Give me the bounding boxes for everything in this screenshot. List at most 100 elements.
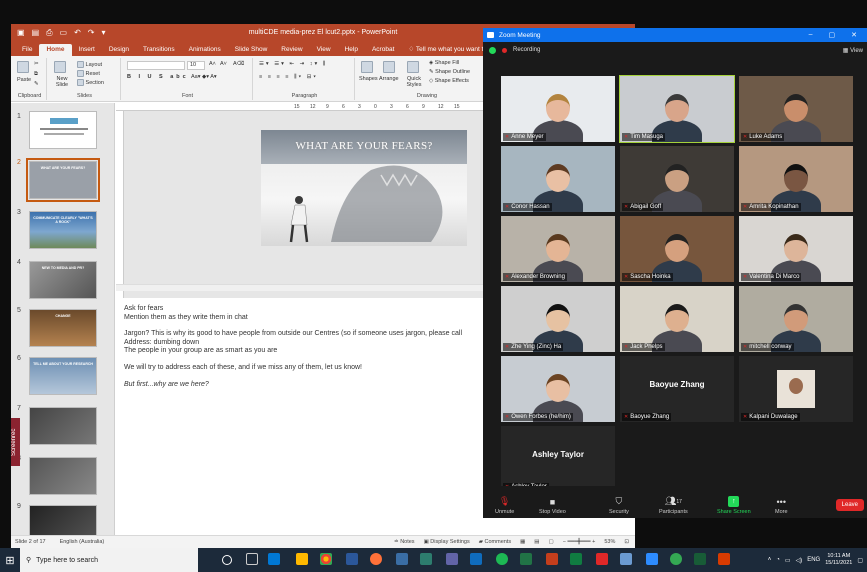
- chrome-icon[interactable]: [320, 553, 332, 565]
- layout-button[interactable]: Layout: [77, 61, 102, 68]
- participant-tile[interactable]: ✕ Conor Hassan: [501, 146, 615, 212]
- app-icon[interactable]: [570, 553, 582, 565]
- app-icon[interactable]: [718, 553, 730, 565]
- normal-view-icon[interactable]: ▦: [520, 539, 525, 545]
- slide-thumbnail-2[interactable]: WHAT ARE YOUR FEARS?: [26, 158, 100, 202]
- close-icon[interactable]: ✕: [851, 31, 857, 39]
- battery-icon[interactable]: ▭: [785, 557, 791, 564]
- participant-tile[interactable]: ✕ Anne Meyer: [501, 76, 615, 142]
- app-icon[interactable]: [620, 553, 632, 565]
- participant-tile[interactable]: ✕ Jack Phelps: [620, 286, 734, 352]
- shape-outline-button[interactable]: ✎ Shape Outline: [429, 69, 470, 75]
- app-icon[interactable]: [420, 553, 432, 565]
- presenter-icon[interactable]: ▭: [60, 28, 68, 38]
- undo-icon[interactable]: ↶: [74, 28, 81, 38]
- zoom-slider[interactable]: − ━━━╋━━━ +: [563, 539, 596, 545]
- reading-view-icon[interactable]: ▢: [549, 539, 554, 545]
- taskbar-search-box[interactable]: ⚲ Type here to search: [20, 548, 198, 572]
- zoom-taskbar-icon[interactable]: [646, 553, 658, 565]
- excel-icon[interactable]: [520, 553, 532, 565]
- notifications-icon[interactable]: ▢: [857, 557, 863, 564]
- tab-design[interactable]: Design: [102, 44, 136, 56]
- more-button[interactable]: ••• More: [775, 496, 788, 516]
- firefox-icon[interactable]: [370, 553, 382, 565]
- participant-tile[interactable]: ✕ Abigail Goff: [620, 146, 734, 212]
- format-bold-italic-underline-icons[interactable]: B I U S abc: [127, 74, 189, 80]
- alignment-icon[interactable]: ≡ ≡ ≡ ≡ ⫼▾ ⊟▾: [259, 74, 318, 81]
- participant-tile[interactable]: ✕ mitchell conway: [739, 286, 853, 352]
- task-view-icon[interactable]: [246, 553, 258, 565]
- leave-button[interactable]: Leave: [835, 499, 864, 511]
- participant-tile[interactable]: ✕ Tim Masuga: [619, 75, 735, 143]
- tab-view[interactable]: View: [310, 44, 338, 56]
- tab-transitions[interactable]: Transitions: [136, 44, 182, 56]
- language-indicator[interactable]: English (Australia): [60, 539, 105, 545]
- unmute-button[interactable]: 🎙︎ Unmute: [495, 496, 514, 515]
- screenrec-badge[interactable]: Screenrec: [11, 418, 20, 466]
- participant-tile[interactable]: ✕ Amrita Kopinathan: [739, 146, 853, 212]
- share-screen-button[interactable]: ↑ Share Screen: [717, 496, 751, 515]
- language-indicator-tray[interactable]: ENG: [807, 557, 820, 563]
- acrobat-icon[interactable]: [596, 553, 608, 565]
- save-icon[interactable]: ▣: [17, 28, 25, 38]
- new-slide-button[interactable]: [54, 61, 66, 73]
- section-button[interactable]: Section: [77, 79, 104, 86]
- print-preview-icon[interactable]: ⎙: [46, 28, 52, 38]
- recording-label[interactable]: Recording: [513, 47, 540, 53]
- slide-thumbnail-8[interactable]: [29, 457, 97, 495]
- slide-thumbnails-pane[interactable]: 1 2 WHAT ARE YOUR FEARS? 3 COMMUNICATE C…: [11, 103, 115, 535]
- tab-review[interactable]: Review: [274, 44, 309, 56]
- view-button[interactable]: ▦ View: [843, 47, 867, 54]
- quick-styles-button[interactable]: [407, 61, 419, 73]
- tab-slide-show[interactable]: Slide Show: [228, 44, 275, 56]
- paste-button[interactable]: [17, 61, 29, 73]
- comments-button[interactable]: ▰ Comments: [479, 539, 511, 545]
- participant-tile[interactable]: ✕ Owen Forbes (he/him): [501, 356, 615, 422]
- redo-icon[interactable]: ↷: [88, 28, 95, 38]
- font-size-field[interactable]: 10: [187, 61, 205, 70]
- slide-thumbnail-3[interactable]: COMMUNICATE CLEARLY "WHAT'S A ROCK": [29, 211, 97, 249]
- display-settings-button[interactable]: ▣ Display Settings: [424, 539, 470, 545]
- stop-video-button[interactable]: ■ Stop Video: [539, 496, 566, 516]
- font-name-field[interactable]: [127, 61, 185, 70]
- current-slide[interactable]: WHAT ARE YOUR FEARS?: [261, 130, 467, 246]
- bullets-icon[interactable]: ☰▾ ☰▾ ⇤ ⇥ ↕▾ ⫼: [259, 61, 327, 68]
- font-color-icon[interactable]: Aa▾ ◆▾ A▾: [191, 74, 217, 80]
- slide-thumbnail-4[interactable]: NEW TO MEDIA AND PR?: [29, 261, 97, 299]
- word-icon[interactable]: [346, 553, 358, 565]
- notes-toggle[interactable]: ≐ Notes: [394, 539, 415, 545]
- app-icon[interactable]: [694, 553, 706, 565]
- security-button[interactable]: ⛉ Security: [609, 496, 629, 515]
- participant-tile[interactable]: ✕ Luke Adams: [739, 76, 853, 142]
- shape-effects-button[interactable]: ◇ Shape Effects: [429, 78, 469, 84]
- fit-slide-icon[interactable]: ⊡: [624, 539, 629, 545]
- participants-button[interactable]: 👥︎ 17 Participants: [659, 496, 688, 515]
- volume-icon[interactable]: ◁): [796, 557, 803, 564]
- shrink-font-icon[interactable]: A˅: [220, 61, 227, 67]
- app-icon[interactable]: [470, 553, 482, 565]
- participant-tile[interactable]: ✕ Zhe Ying (Zinc) Ha: [501, 286, 615, 352]
- clear-format-icon[interactable]: A⌫: [233, 61, 244, 67]
- file-explorer-icon[interactable]: [296, 553, 308, 565]
- participant-tile[interactable]: Ashley Taylor✕Ashley Taylor: [501, 426, 615, 492]
- customize-qat-icon[interactable]: ▾: [102, 28, 106, 38]
- autosave-icon[interactable]: ▤: [32, 28, 40, 38]
- arrange-button[interactable]: [383, 61, 395, 73]
- maximize-icon[interactable]: ▢: [829, 31, 836, 39]
- slide-sorter-icon[interactable]: ▤: [534, 539, 539, 545]
- shapes-button[interactable]: [361, 61, 373, 73]
- participant-tile[interactable]: ✕ Alexander Browning: [501, 216, 615, 282]
- teams-icon[interactable]: [446, 553, 458, 565]
- zoom-level[interactable]: 53%: [604, 539, 615, 545]
- tab-acrobat[interactable]: Acrobat: [365, 44, 401, 56]
- app-icon[interactable]: [396, 553, 408, 565]
- participant-tile[interactable]: ✕ Kalpani Duwalage: [739, 356, 853, 422]
- spotify-icon[interactable]: [496, 553, 508, 565]
- outlook-icon[interactable]: [268, 553, 280, 565]
- participant-tile[interactable]: Baoyue Zhang ✕ Baoyue Zhang: [620, 356, 734, 422]
- participant-tile[interactable]: ✕ Sascha Hoinka: [620, 216, 734, 282]
- format-painter-icon[interactable]: ✎: [34, 81, 39, 87]
- cortana-icon[interactable]: [222, 555, 232, 565]
- slide-thumbnail-9[interactable]: [29, 505, 97, 535]
- shape-fill-button[interactable]: ◈ Shape Fill: [429, 60, 459, 66]
